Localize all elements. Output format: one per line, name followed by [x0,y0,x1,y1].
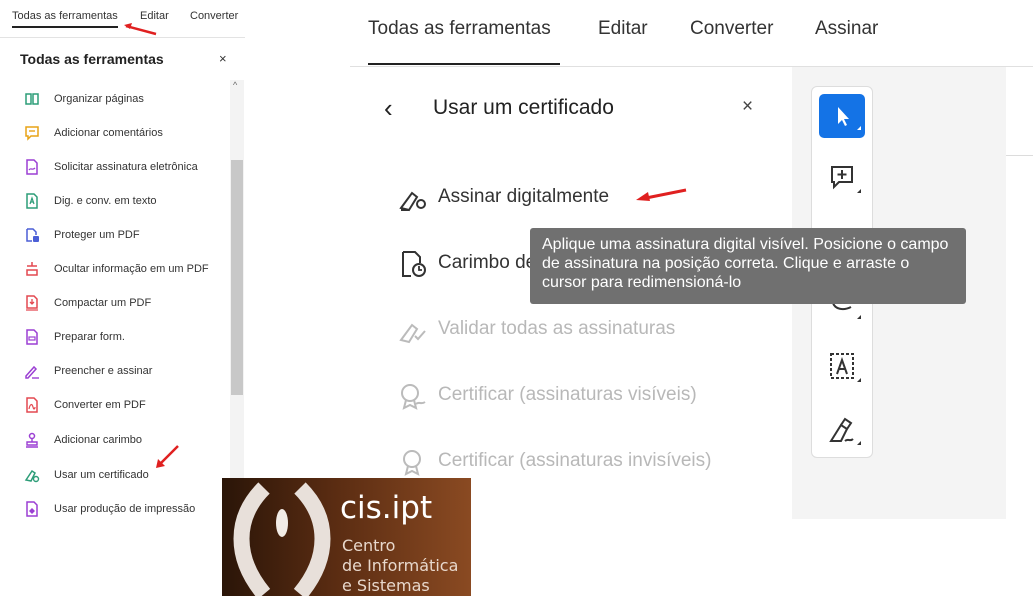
tool-label: Compactar um PDF [54,297,152,309]
tool-label: Preparar form. [54,331,125,343]
annotation-arrow-icon [124,23,157,36]
tool-label: Solicitar assinatura eletrônica [54,161,198,173]
tab-convert[interactable]: Converter [690,18,773,40]
tab-all-tools[interactable]: Todas as ferramentas [368,18,551,40]
scan-ocr-icon [26,193,38,209]
stamp-icon [26,432,38,448]
certify-invisible-icon [403,450,421,476]
tool-label: Adicionar comentários [54,127,163,139]
validate-signatures-icon [399,323,426,344]
protect-pdf-icon [26,228,39,242]
left-tab-edit[interactable]: Editar [140,10,169,22]
timestamp-icon [402,251,426,277]
validate-signatures-option: Validar todas as assinaturas [398,314,778,346]
organize-pages-icon [25,93,39,105]
sign-tool-button[interactable] [819,409,865,453]
print-production-icon [26,501,38,517]
tool-label: Usar produção de impressão [54,503,196,515]
comment-tool-button[interactable] [819,157,865,201]
logo-line: de Informática [342,556,459,575]
certificate-icon [24,469,40,483]
logo-line: Centro [342,536,396,555]
certify-visible-option: Certificar (assinaturas visíveis) [398,380,778,412]
certify-invisible-option: Certificar (assinaturas invisíveis) [398,446,778,478]
annotation-arrow-icon [156,445,179,468]
select-cursor-icon [838,107,861,130]
tool-label: Adicionar carimbo [54,434,143,446]
tool-redact[interactable]: Ocultar informação em um PDF [24,260,229,280]
digital-sign-option[interactable]: Assinar digitalmente [398,182,778,214]
tool-create-pdf[interactable]: Converter em PDF [24,396,229,416]
digital-sign-icon [399,191,426,212]
create-pdf-icon [26,397,38,413]
digital-sign-tooltip: Aplique uma assinatura digital visível. … [530,228,966,304]
compress-pdf-icon [26,295,38,311]
tool-label: Converter em PDF [54,399,146,411]
left-tab-all-tools[interactable]: Todas as ferramentas [12,10,118,28]
certify-visible-icon [401,384,426,410]
back-button[interactable]: ‹ [384,93,393,124]
left-tab-convert[interactable]: Converter [190,10,238,22]
logo-bracket-graphic [233,482,331,596]
logo-brand: cis.ipt [340,490,433,526]
fill-sign-icon [25,365,39,379]
text-box-tool-button[interactable] [819,346,865,390]
option-label: Validar todas as assinaturas [438,318,676,339]
option-label: Certificar (assinaturas visíveis) [438,384,697,405]
option-label: Certificar (assinaturas invisíveis) [438,450,712,471]
tool-label: Preencher e assinar [54,365,153,377]
tool-print-production[interactable]: Usar produção de impressão [24,500,229,520]
active-tab-indicator [368,63,560,65]
scrollbar-thumb[interactable] [231,160,243,395]
tool-prepare-form[interactable]: Preparar form. [24,328,229,348]
tab-edit[interactable]: Editar [598,18,648,40]
tool-fill-and-sign[interactable]: Preencher e assinar [24,362,229,382]
prepare-form-icon [26,329,38,345]
redact-icon [26,262,38,276]
left-panel-title: Todas as ferramentas [20,51,164,67]
option-label: Assinar digitalmente [438,186,610,207]
panel-title: Usar um certificado [433,96,614,119]
left-panel-close-button[interactable]: × [219,51,227,66]
all-tools-sidebar: Todas as ferramentas Editar Converter To… [0,0,245,596]
tool-label: Proteger um PDF [54,229,140,241]
tool-label: Dig. e conv. em texto [54,195,157,207]
logo-line: e Sistemas [342,576,430,595]
document-header-strip [1006,67,1033,155]
tool-organize-pages[interactable]: Organizar páginas [24,90,229,110]
select-tool-button[interactable] [819,94,865,138]
add-comment-icon [831,166,861,193]
tool-label: Ocultar informação em um PDF [54,263,209,275]
tool-protect-pdf[interactable]: Proteger um PDF [24,226,229,246]
request-signature-icon [26,159,38,175]
tool-label: Usar um certificado [54,469,149,481]
document-page[interactable] [1006,156,1033,519]
tool-request-e-signature[interactable]: Solicitar assinatura eletrônica [24,158,229,178]
scroll-up-icon[interactable]: ^ [233,80,237,90]
tool-use-certificate[interactable]: Usar um certificado [24,466,229,486]
sign-icon [829,417,861,445]
panel-close-button[interactable]: × [742,96,753,118]
comment-icon [25,126,39,141]
tool-scan-ocr[interactable]: Dig. e conv. em texto [24,192,229,212]
tool-add-comments[interactable]: Adicionar comentários [24,124,229,144]
text-box-icon [830,353,861,382]
tool-add-stamp[interactable]: Adicionar carimbo [24,431,229,451]
tab-sign[interactable]: Assinar [815,18,878,40]
cis-ipt-logo: cis.ipt Centro de Informática e Sistemas [222,478,471,596]
annotation-arrow-icon [636,188,687,201]
tool-compress-pdf[interactable]: Compactar um PDF [24,294,229,314]
tool-label: Organizar páginas [54,93,144,105]
